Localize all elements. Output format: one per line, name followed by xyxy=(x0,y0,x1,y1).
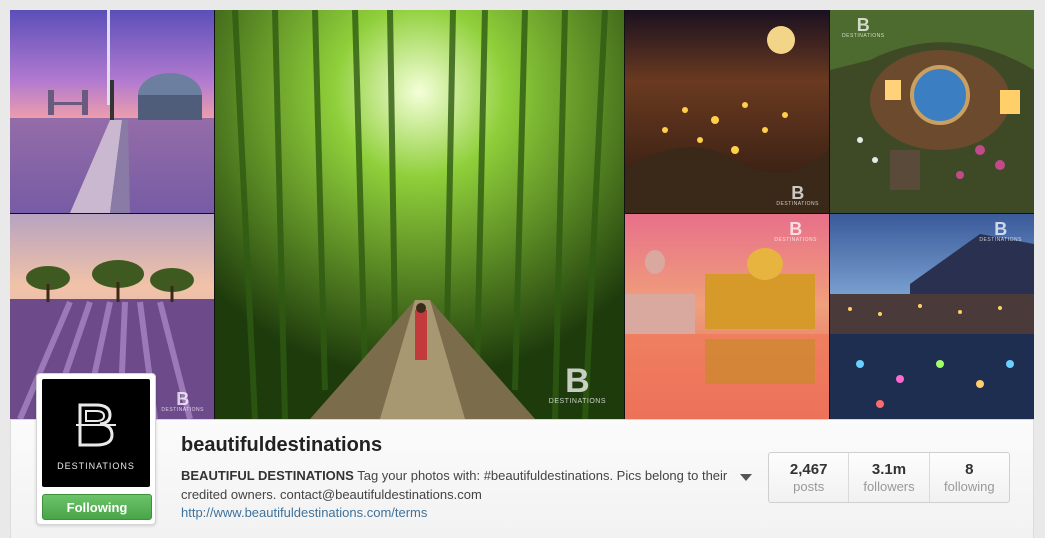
photo-mosaic: B DESTINATIONS B DESTINATIONS B DESTINAT… xyxy=(10,10,1034,419)
watermark-logo: B DESTINATIONS xyxy=(161,389,204,413)
profile-bio: BEAUTIFUL DESTINATIONS Tag your photos w… xyxy=(181,466,741,504)
stat-followers[interactable]: 3.1m followers xyxy=(849,453,930,502)
profile-username: beautifuldestinations xyxy=(181,434,383,456)
avatar-text: DESTINATIONS xyxy=(57,461,135,471)
watermark-logo: B DESTINATIONS xyxy=(774,219,817,243)
stat-followers-label: followers xyxy=(863,479,915,494)
stat-posts[interactable]: 2,467 posts xyxy=(769,453,850,502)
stat-following-value: 8 xyxy=(965,461,974,478)
following-button[interactable]: Following xyxy=(42,494,152,520)
avatar-card: DESTINATIONS Following xyxy=(36,373,156,525)
stat-posts-label: posts xyxy=(793,479,825,494)
bamboo-image xyxy=(215,10,624,419)
watermark-logo: B DESTINATIONS xyxy=(842,15,885,39)
stat-following[interactable]: 8 following xyxy=(930,453,1009,502)
watermark-logo: B DESTINATIONS xyxy=(979,219,1022,243)
photo-hobbit-house[interactable]: B DESTINATIONS xyxy=(830,10,1034,213)
photo-london-thames[interactable] xyxy=(10,10,214,213)
profile-stats: 2,467 posts 3.1m followers 8 following xyxy=(768,452,1010,503)
photo-lakeside-lanterns[interactable]: B DESTINATIONS xyxy=(830,214,1034,419)
lakeside-image xyxy=(830,214,1034,419)
avatar[interactable]: DESTINATIONS xyxy=(42,379,150,487)
profile-website-link[interactable]: http://www.beautifuldestinations.com/ter… xyxy=(181,505,427,520)
stat-posts-value: 2,467 xyxy=(789,461,828,478)
golden-temple-image xyxy=(625,214,829,419)
hobbit-house-image xyxy=(830,10,1034,213)
stat-followers-value: 3.1m xyxy=(871,461,907,478)
expand-bio-caret-icon[interactable] xyxy=(740,474,752,481)
bio-name: BEAUTIFUL DESTINATIONS xyxy=(181,468,354,483)
watermark-logo: B DESTINATIONS xyxy=(776,183,819,207)
photo-golden-temple[interactable]: B DESTINATIONS xyxy=(625,214,829,419)
watermark-logo: B DESTINATIONS xyxy=(548,362,606,405)
stat-following-label: following xyxy=(944,479,995,494)
london-image xyxy=(10,10,214,213)
photo-bamboo-forest[interactable]: B DESTINATIONS xyxy=(215,10,624,419)
beautiful-destinations-logo-icon xyxy=(76,403,116,447)
photo-night-village-moon[interactable]: B DESTINATIONS xyxy=(625,10,829,213)
